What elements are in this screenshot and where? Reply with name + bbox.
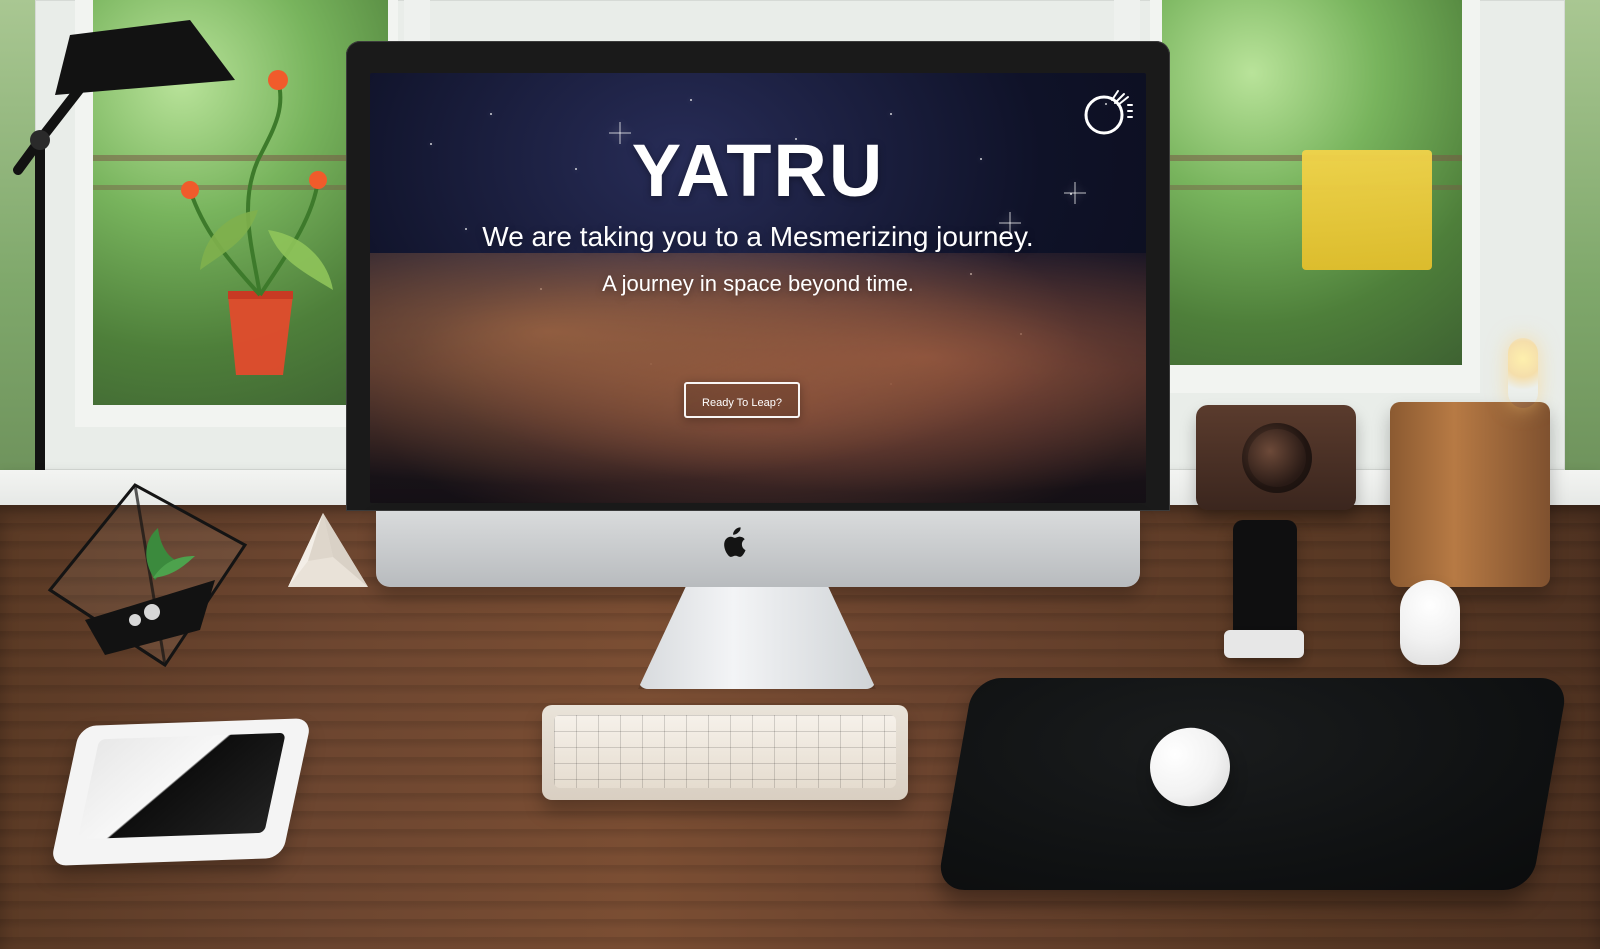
- imac-screen: YATRU We are taking you to a Mesmerizing…: [370, 73, 1146, 503]
- hero-tagline: A journey in space beyond time.: [602, 271, 914, 296]
- wood-lamp-base: [1390, 402, 1550, 587]
- mouse-pad: [936, 678, 1569, 890]
- vintage-camera: [1196, 405, 1356, 510]
- imac-bezel: YATRU We are taking you to a Mesmerizing…: [346, 41, 1170, 511]
- star: [490, 113, 492, 115]
- star: [690, 99, 692, 101]
- hero-title: YATRU: [631, 129, 885, 212]
- light-bulb: [1508, 338, 1538, 408]
- keyboard: [542, 705, 908, 800]
- polar-bear-figurine: [1400, 580, 1460, 665]
- ready-to-leap-button[interactable]: Ready To Leap?: [684, 382, 800, 418]
- apple-logo-shape: [724, 527, 746, 557]
- hero: YATRU We are taking you to a Mesmerizing…: [370, 131, 1146, 298]
- window-pane-right: [1150, 0, 1480, 393]
- imac-chin: [376, 511, 1140, 587]
- balcony-railing: [93, 155, 388, 190]
- apple-logo-icon: [718, 526, 748, 560]
- workspace-scene: YATRU We are taking you to a Mesmerizing…: [0, 0, 1600, 949]
- star: [890, 113, 892, 115]
- hero-subtitle: We are taking you to a Mesmerizing journ…: [482, 221, 1034, 252]
- tablet: [50, 718, 312, 866]
- yellow-towel: [1302, 150, 1432, 270]
- phone-dock: [1224, 630, 1304, 658]
- imac: YATRU We are taking you to a Mesmerizing…: [346, 41, 1170, 689]
